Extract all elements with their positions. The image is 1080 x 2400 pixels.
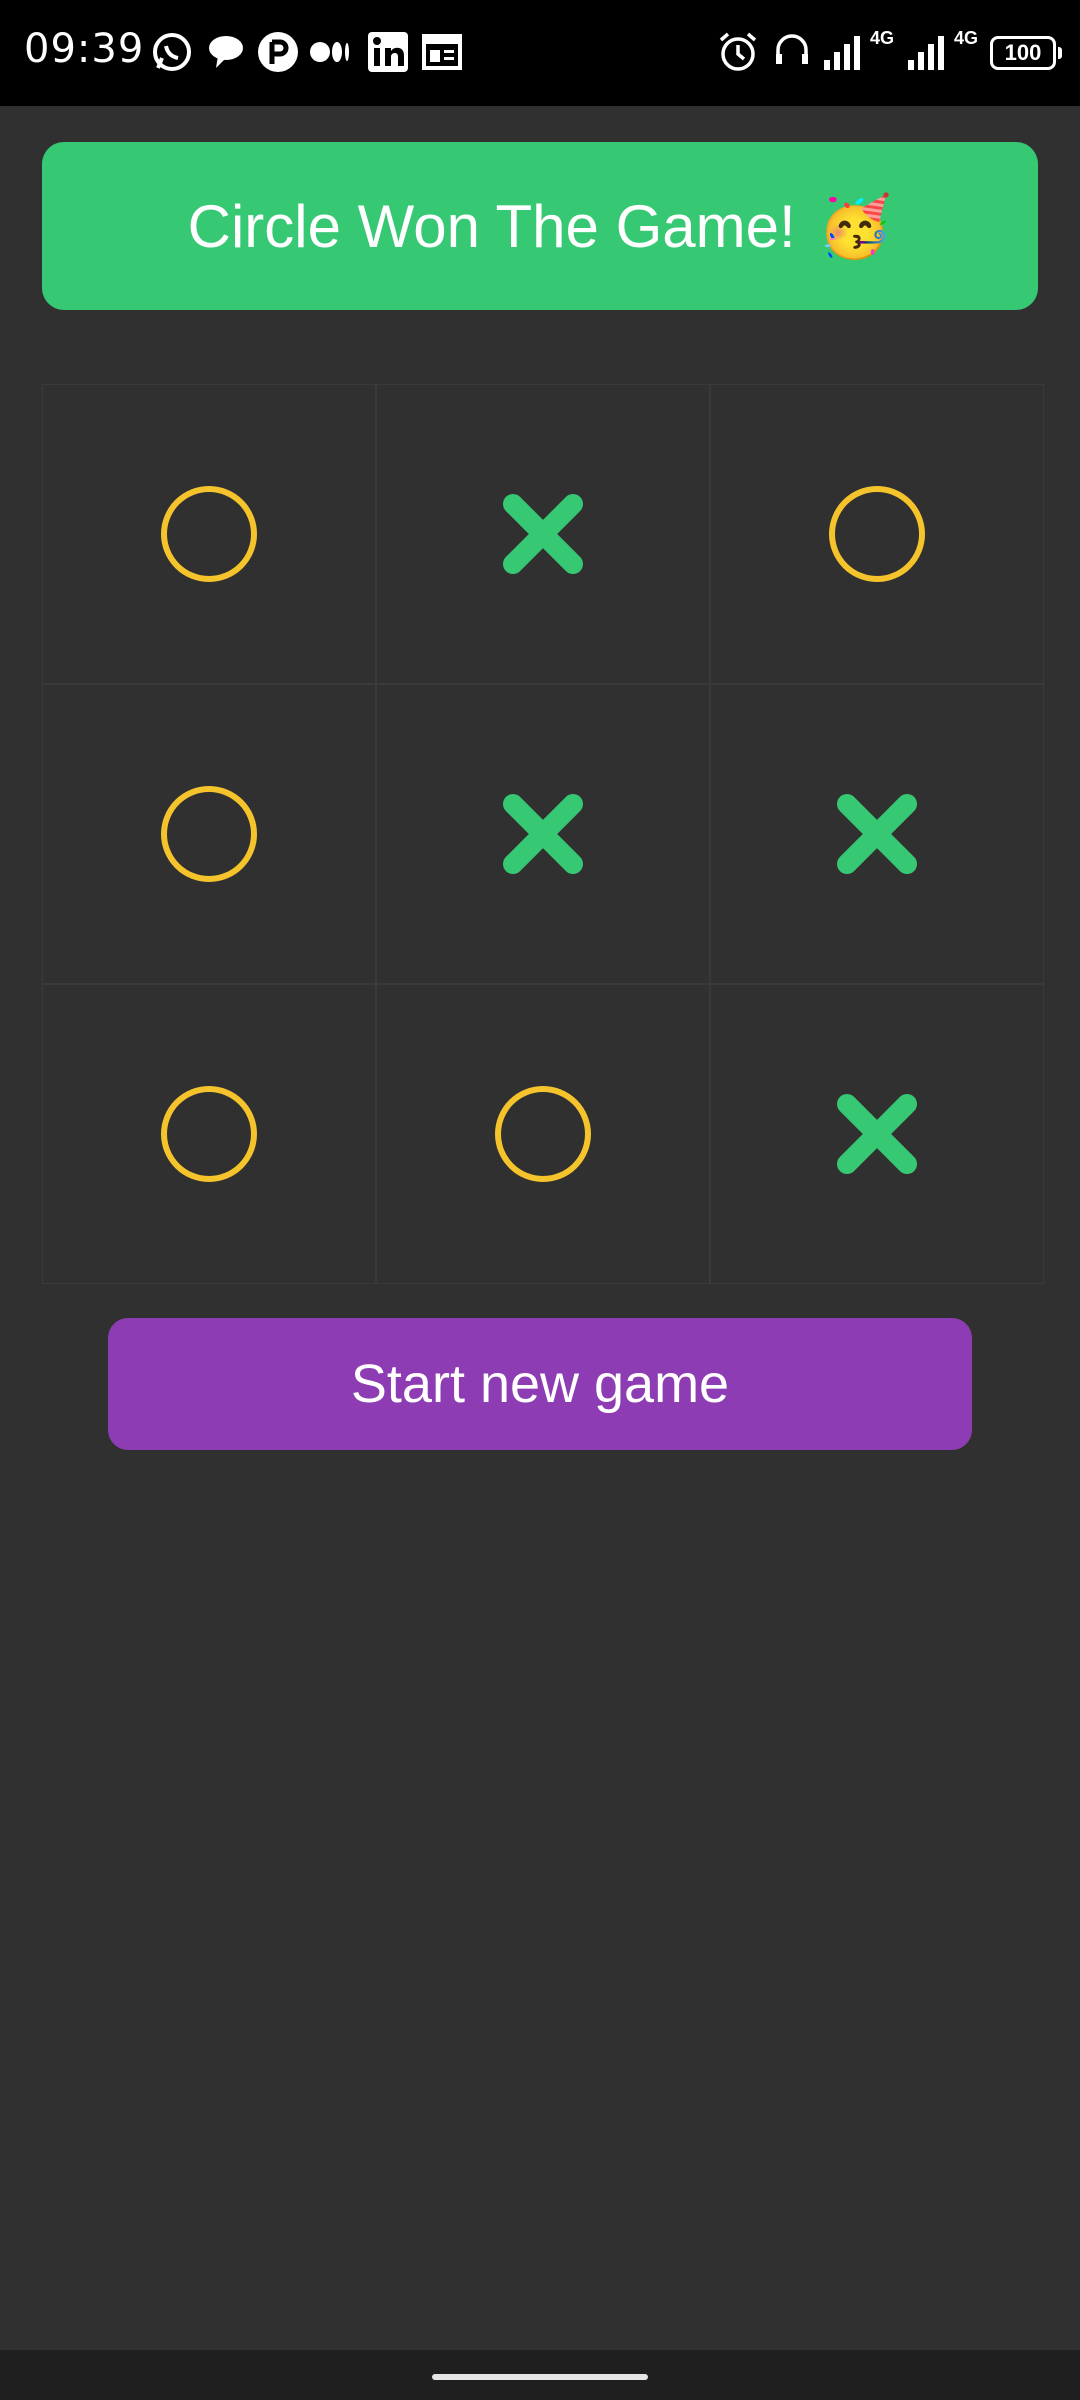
party-emoji-icon: 🥳: [817, 192, 893, 260]
app-p-icon: [258, 32, 298, 72]
board-cell[interactable]: [376, 984, 710, 1284]
news-icon: [422, 34, 462, 70]
board-cell[interactable]: [710, 984, 1044, 1284]
status-time: 09:39: [24, 26, 145, 72]
battery-indicator: 100: [990, 36, 1062, 70]
circle-mark-icon: [495, 1086, 591, 1182]
board-cell[interactable]: [710, 384, 1044, 684]
headset-icon: [776, 34, 808, 64]
circle-mark-icon: [161, 1086, 257, 1182]
game-board: [42, 384, 1044, 1284]
chat-bubble-icon: [209, 36, 243, 68]
whatsapp-icon: [153, 33, 191, 71]
cross-mark-icon: [837, 794, 917, 874]
signal-icon: [824, 36, 860, 70]
board-cell[interactable]: [42, 384, 376, 684]
board-cell[interactable]: [376, 684, 710, 984]
alarm-icon: [719, 32, 757, 71]
linkedin-icon: [368, 32, 408, 72]
navigation-bar: [0, 2350, 1080, 2400]
status-bar: 09:39 4G 4G 100: [0, 0, 1080, 106]
circle-mark-icon: [161, 486, 257, 582]
network-type-label: 4G: [870, 28, 895, 48]
cross-mark-icon: [503, 494, 583, 574]
app-screen: 09:39 4G 4G 100 Circle Won The Game! 🥳 S…: [0, 0, 1080, 2400]
board-cell[interactable]: [710, 684, 1044, 984]
start-new-game-button[interactable]: Start new game: [108, 1318, 972, 1450]
network-type-label: 4G: [954, 28, 979, 48]
winner-banner: Circle Won The Game! 🥳: [42, 142, 1038, 310]
cross-mark-icon: [503, 794, 583, 874]
cross-mark-icon: [837, 1094, 917, 1174]
circle-mark-icon: [161, 786, 257, 882]
circle-mark-icon: [829, 486, 925, 582]
board-cell[interactable]: [42, 984, 376, 1284]
home-indicator[interactable]: [432, 2374, 648, 2380]
medium-icon: [310, 42, 349, 62]
signal-icon: [908, 36, 944, 70]
board-cell[interactable]: [42, 684, 376, 984]
board-cell[interactable]: [376, 384, 710, 684]
winner-message: Circle Won The Game!: [187, 192, 796, 260]
